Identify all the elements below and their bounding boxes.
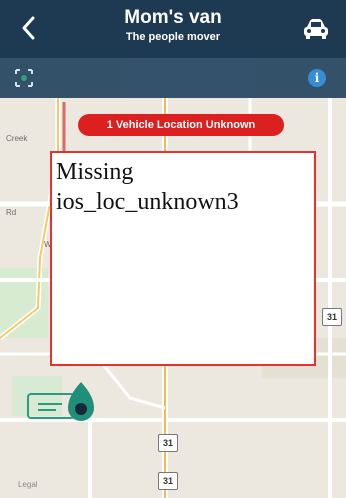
chevron-left-icon	[22, 16, 35, 40]
car-icon	[304, 19, 328, 39]
back-button[interactable]	[14, 12, 44, 44]
info-button[interactable]: i	[308, 69, 326, 87]
info-icon: i	[314, 71, 320, 85]
route-shield: 31	[158, 472, 178, 490]
vehicle-marker[interactable]	[64, 380, 98, 424]
recenter-button[interactable]	[12, 66, 36, 90]
legal-link[interactable]: Legal	[18, 480, 38, 489]
map-label: Creek	[6, 134, 28, 143]
title-block: Mom's van The people mover	[70, 6, 276, 44]
vehicle-button[interactable]	[302, 18, 330, 40]
page-subtitle: The people mover	[125, 31, 221, 43]
location-unknown-banner[interactable]: 1 Vehicle Location Unknown	[78, 114, 284, 136]
page-title: Mom's van	[124, 7, 222, 28]
route-shield: 31	[322, 308, 342, 326]
app-header: Mom's van The people mover	[0, 0, 346, 58]
missing-image-placeholder: Missing ios_loc_unknown3	[50, 151, 316, 366]
map-toolbar: i	[0, 58, 346, 98]
route-shield: 31	[158, 434, 178, 452]
location-pin-icon	[68, 382, 94, 421]
crosshair-icon	[15, 69, 33, 87]
map-label: Rd	[6, 208, 17, 217]
